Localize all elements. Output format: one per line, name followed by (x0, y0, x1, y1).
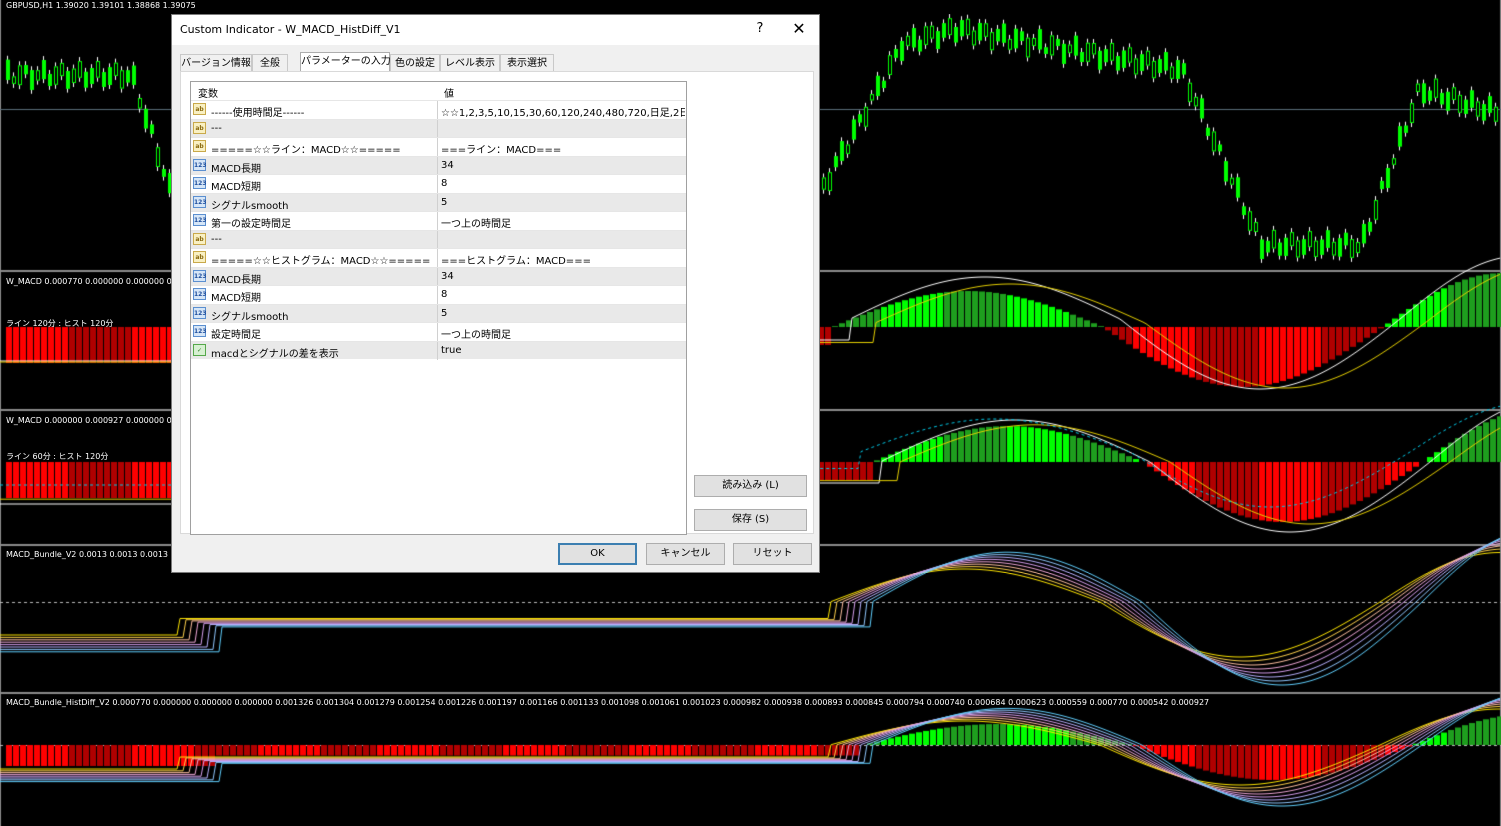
parameter-row[interactable]: 123 シグナルsmooth 5 (191, 192, 686, 212)
parameter-value[interactable]: ===ヒストグラム：MACD=== (441, 252, 685, 267)
integer-type-icon: 123 (193, 158, 207, 171)
subwindow2-sublabel: ライン 60分 : ヒスト 120分 (6, 452, 109, 461)
save-button[interactable]: 保存 (S) (694, 509, 807, 531)
parameter-value[interactable]: ===ライン：MACD=== (441, 141, 685, 156)
parameter-row[interactable]: 123 MACD短期 8 (191, 174, 686, 193)
string-type-icon: ab (193, 251, 206, 263)
parameter-value[interactable]: 一つ上の時間足 (441, 326, 685, 341)
parameter-value[interactable]: true (441, 345, 685, 356)
column-divider (437, 230, 438, 249)
close-button[interactable]: ✕ (788, 19, 810, 39)
parameter-value[interactable]: 8 (441, 178, 685, 189)
subwindow4-label: MACD_Bundle_HistDiff_V2 0.000770 0.00000… (6, 698, 1210, 707)
integer-type-icon: 123 (193, 325, 207, 337)
parameter-value[interactable]: 5 (441, 308, 685, 319)
grid-header: 変数 値 (191, 82, 686, 100)
tab-general[interactable]: 全般 (252, 54, 288, 71)
column-divider (437, 267, 438, 286)
column-divider (437, 175, 438, 193)
parameter-value[interactable]: 一つ上の時間足 (441, 215, 685, 230)
integer-type-icon: 123 (193, 288, 207, 300)
parameter-name: --- (211, 233, 222, 245)
parameter-row[interactable]: 123 第一の設定時間足 一つ上の時間足 (191, 211, 686, 230)
parameter-row[interactable]: 123 シグナルsmooth 5 (191, 303, 686, 323)
parameter-row[interactable]: 123 MACD短期 8 (191, 285, 686, 304)
parameter-row[interactable]: ab =====☆☆ライン：MACD☆☆===== ===ライン：MACD=== (191, 137, 686, 156)
integer-type-icon: 123 (193, 269, 207, 282)
column-divider (437, 249, 438, 267)
parameter-row[interactable]: ab ------使用時間足------ ☆☆1,2,3,5,10,15,30,60… (191, 100, 686, 119)
parameter-name: MACD長期 (211, 274, 261, 286)
integer-type-icon: 123 (193, 306, 207, 319)
string-type-icon: ab (193, 103, 206, 115)
tab-version-info[interactable]: バージョン情報 (180, 54, 252, 71)
parameter-row[interactable]: ✓ macdとシグナルの差を表示 true (191, 340, 686, 360)
parameter-row[interactable]: 123 MACD長期 34 (191, 266, 686, 286)
load-button[interactable]: 読み込み (L) (694, 475, 807, 497)
parameter-name: macdとシグナルの差を表示 (211, 348, 339, 360)
main-chart-label: GBPUSD,H1 1.39020 1.39101 1.38868 1.3907… (6, 1, 196, 10)
cancel-button[interactable]: キャンセル (646, 543, 725, 565)
integer-type-icon: 123 (193, 177, 207, 189)
integer-type-icon: 123 (193, 214, 207, 226)
subwindow3-label: MACD_Bundle_V2 0.0013 0.0013 0.0013 (6, 550, 168, 559)
column-divider (437, 341, 438, 360)
parameter-name: --- (211, 122, 222, 134)
reset-button[interactable]: リセット (733, 543, 812, 565)
help-button[interactable]: ? (750, 19, 770, 39)
column-divider (437, 304, 438, 323)
parameter-value[interactable]: 8 (441, 289, 685, 300)
integer-type-icon: 123 (193, 195, 207, 208)
parameter-row[interactable]: 123 設定時間足 一つ上の時間足 (191, 322, 686, 341)
column-header-value: 値 (444, 89, 454, 100)
boolean-type-icon: ✓ (193, 343, 206, 356)
parameter-row[interactable]: ab --- (191, 229, 686, 249)
parameter-name: MACD短期 (211, 182, 261, 193)
column-divider (437, 101, 438, 119)
parameter-value[interactable]: 5 (441, 197, 685, 208)
parameter-name: =====☆☆ヒストグラム：MACD☆☆===== (211, 256, 431, 267)
parameter-name: MACD短期 (211, 293, 261, 304)
parameter-name: シグナルsmooth (211, 311, 289, 323)
string-type-icon: ab (193, 232, 206, 245)
dialog-titlebar[interactable]: Custom Indicator - W_MACD_HistDiff_V1 ? … (172, 15, 819, 45)
parameter-name: 設定時間足 (211, 330, 261, 341)
string-type-icon: ab (193, 140, 206, 152)
tab-colors[interactable]: 色の設定 (390, 54, 440, 71)
column-divider (437, 193, 438, 212)
parameter-value[interactable]: 34 (441, 160, 685, 171)
parameter-row[interactable]: 123 MACD長期 34 (191, 155, 686, 175)
tab-panel: 変数 値 ab ------使用時間足------ ☆☆1,2,3,5,10,15,… (180, 71, 814, 535)
column-divider (437, 119, 438, 138)
parameter-value[interactable]: 34 (441, 271, 685, 282)
parameter-name: 第一の設定時間足 (211, 219, 291, 230)
parameter-name: シグナルsmooth (211, 200, 289, 212)
dialog-title: Custom Indicator - W_MACD_HistDiff_V1 (180, 23, 401, 36)
parameter-name: MACD長期 (211, 163, 261, 175)
tab-visualization[interactable]: 表示選択 (500, 54, 554, 71)
tab-levels[interactable]: レベル表示 (440, 54, 500, 71)
column-divider (437, 156, 438, 175)
custom-indicator-dialog: Custom Indicator - W_MACD_HistDiff_V1 ? … (171, 14, 820, 573)
string-type-icon: ab (193, 121, 206, 134)
tab-input-parameters[interactable]: パラメーターの入力 (300, 52, 391, 72)
parameter-value[interactable]: ☆☆1,2,3,5,10,15,30,60,120,240,480,720,日足… (441, 104, 685, 119)
column-divider (437, 323, 438, 341)
parameter-row[interactable]: ab =====☆☆ヒストグラム：MACD☆☆===== ===ヒストグラム：MAC… (191, 248, 686, 267)
parameter-name: =====☆☆ライン：MACD☆☆===== (211, 145, 401, 156)
subwindow2-label: W_MACD 0.000000 0.000927 0.000000 0 (6, 416, 172, 425)
ok-button[interactable]: OK (558, 543, 637, 565)
parameters-grid: 変数 値 ab ------使用時間足------ ☆☆1,2,3,5,10,15,… (190, 81, 687, 535)
column-divider (437, 286, 438, 304)
column-divider (437, 212, 438, 230)
parameter-name: ------使用時間足------ (211, 108, 305, 119)
column-divider (437, 138, 438, 156)
subwindow1-sublabel: ライン 120分 : ヒスト 120分 (6, 319, 114, 328)
column-header-variable: 変数 (198, 89, 218, 100)
subwindow1-label: W_MACD 0.000770 0.000000 0.000000 0 (6, 277, 172, 286)
parameter-row[interactable]: ab --- (191, 118, 686, 138)
